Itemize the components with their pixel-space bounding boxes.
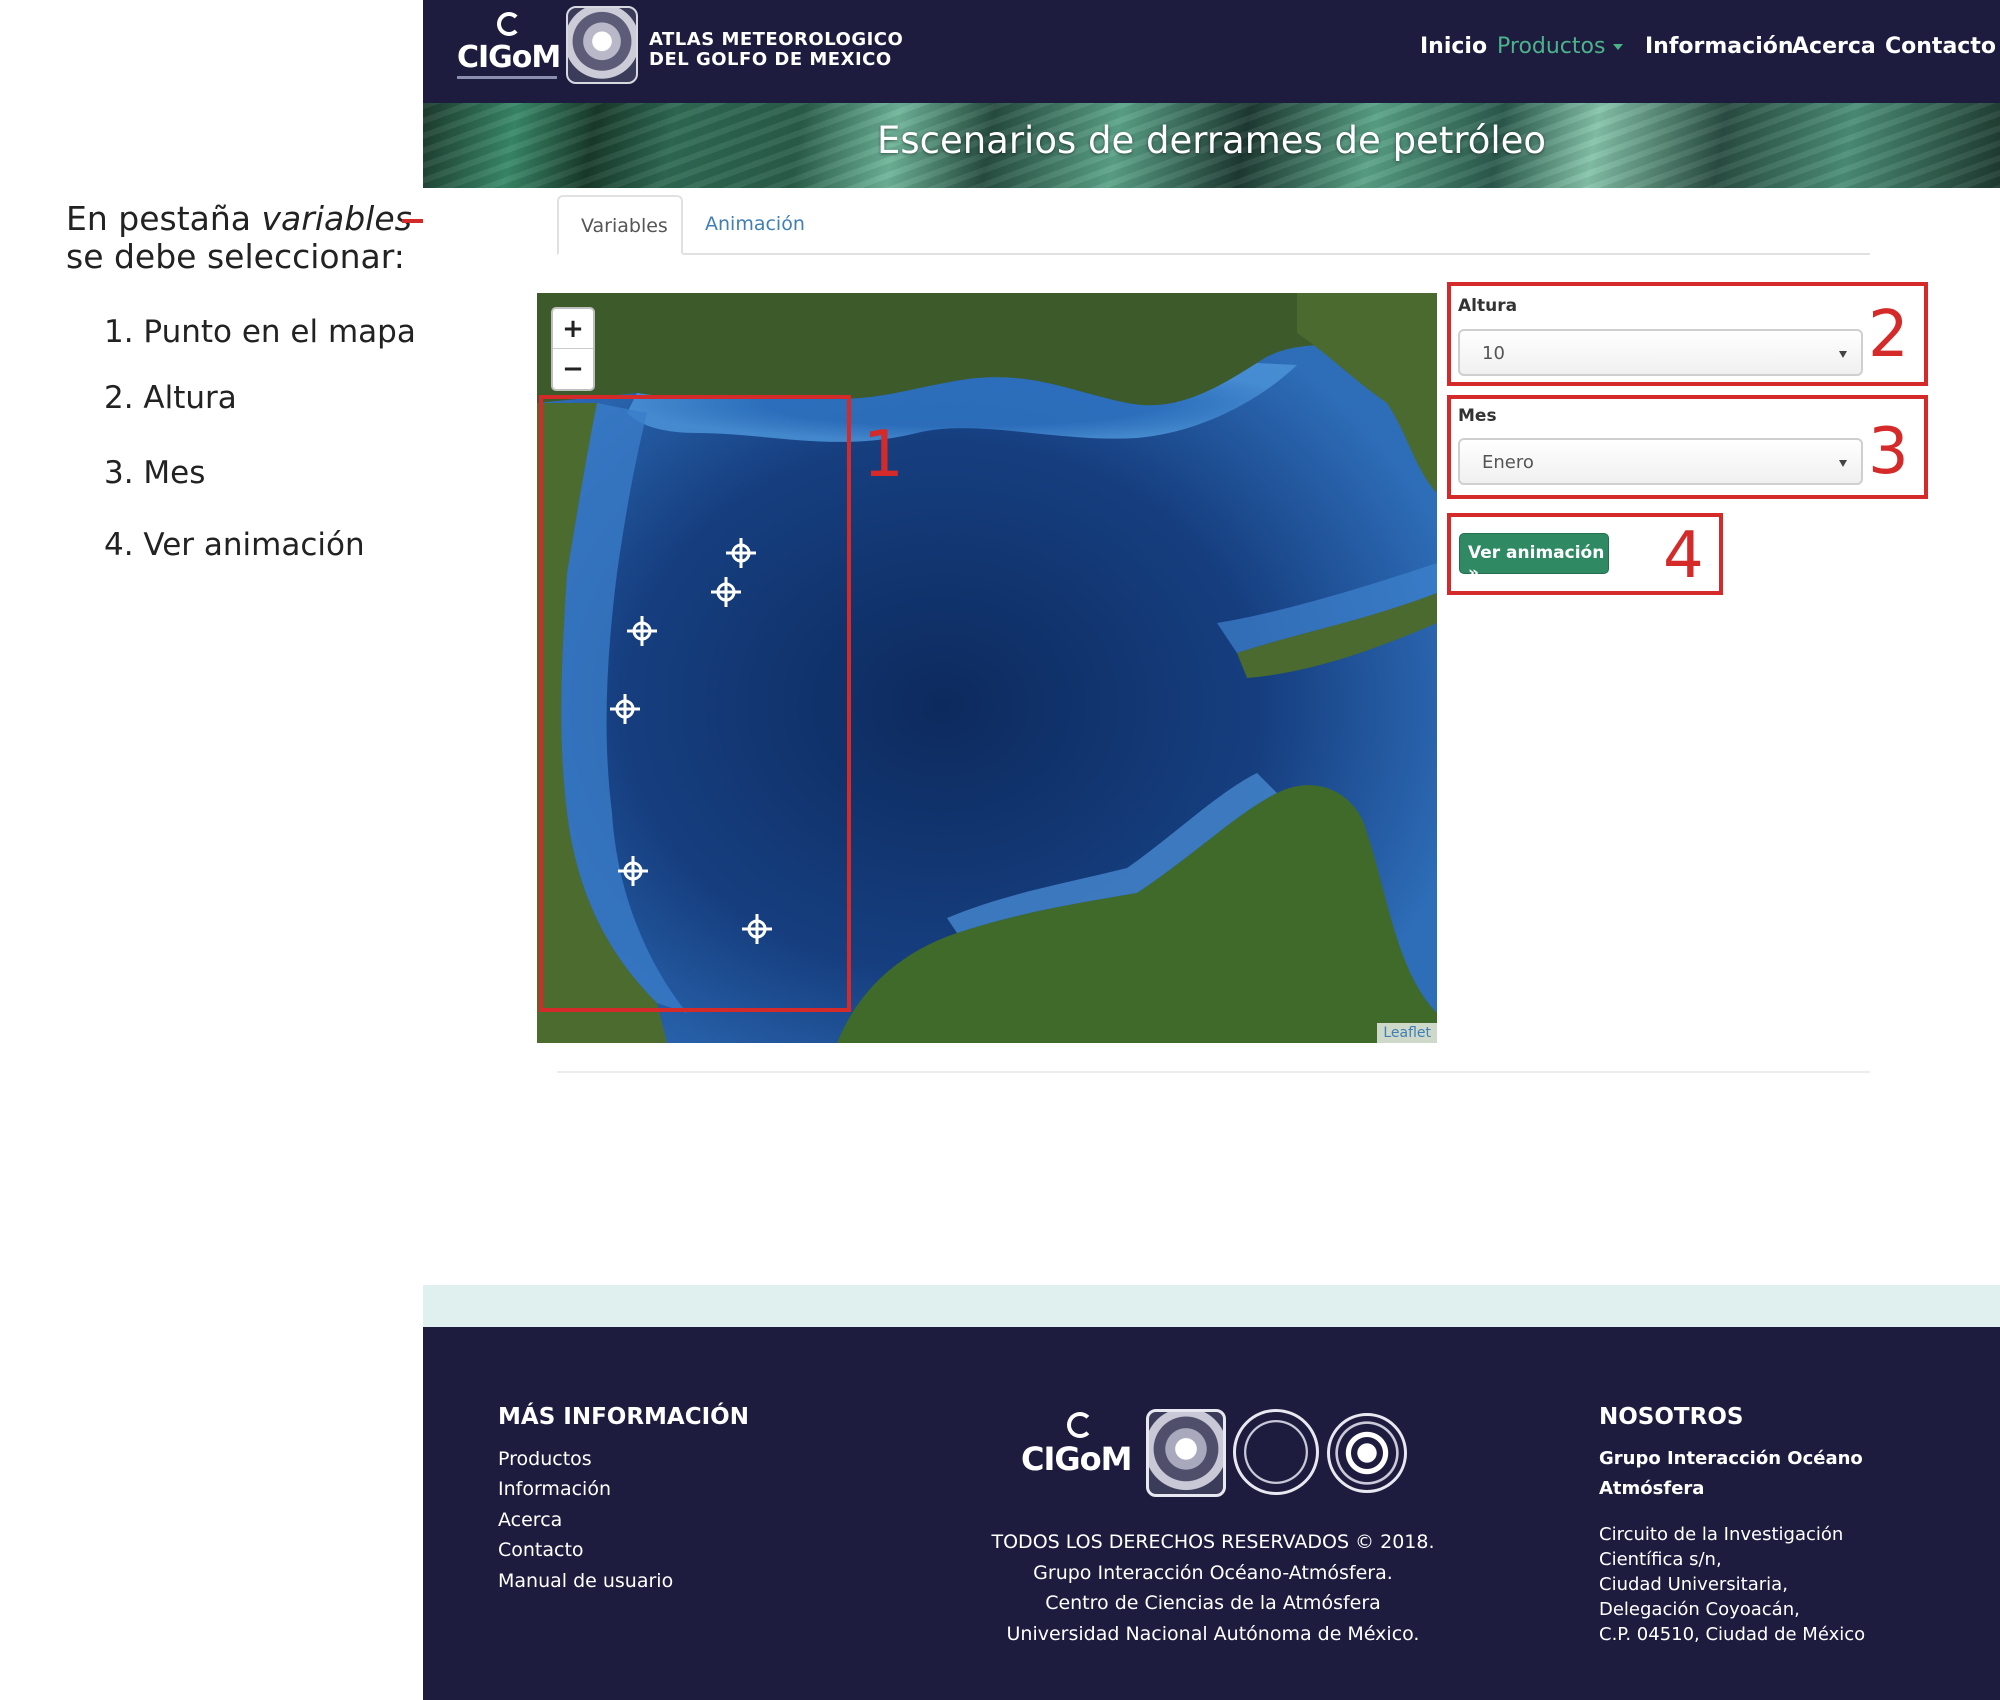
instruction-step: 2. Altura <box>104 380 237 416</box>
footer-link-acerca[interactable]: Acerca <box>498 1509 562 1531</box>
footer-cigom-logo-text: CIGoM <box>1021 1440 1132 1478</box>
footer-address-line: Científica s/n, <box>1599 1549 1722 1570</box>
footer-org-line: Centro de Ciencias de la Atmósfera <box>1045 1592 1381 1614</box>
navbar: CIGoM ATLAS METEOROLOGICO DEL GOLFO DE M… <box>423 0 2000 103</box>
nav-inicio[interactable]: Inicio <box>1420 34 1487 59</box>
instruction-step: 1. Punto en el mapa <box>104 314 416 350</box>
instruction-step: 4. Ver animación <box>104 527 365 563</box>
instruction-italic-word: variables <box>261 199 412 238</box>
page-banner: Escenarios de derrames de petróleo <box>423 103 2000 188</box>
cigom-logo-text: CIGoM <box>457 40 561 75</box>
site-title[interactable]: ATLAS METEOROLOGICO DEL GOLFO DE MEXICO <box>649 30 903 70</box>
footer-link-informacion[interactable]: Información <box>498 1478 611 1500</box>
footer-org-line: Grupo Interacción Océano-Atmósfera. <box>1033 1562 1393 1584</box>
tab-bar: Variables Animación <box>557 195 1870 255</box>
zoom-control: + − <box>551 307 595 391</box>
unam-seal-icon <box>566 6 638 84</box>
unam-seal-icon <box>1146 1409 1226 1497</box>
footer-address-line: Circuito de la Investigación <box>1599 1524 1844 1545</box>
cca-seal-icon <box>1233 1409 1319 1495</box>
highlight-number: 3 <box>1868 415 1909 489</box>
nav-informacion[interactable]: Información <box>1645 34 1794 59</box>
zoom-in-button[interactable]: + <box>553 309 593 349</box>
instruction-step: 3. Mes <box>104 455 206 491</box>
highlight-box-map <box>539 395 851 1012</box>
footer-cigom-logo: CIGoM <box>1021 1412 1136 1482</box>
footer-address-line: Delegación Coyoacán, <box>1599 1599 1800 1620</box>
highlight-box-mes <box>1447 395 1928 499</box>
footer-heading-nosotros: NOSOTROS <box>1599 1404 1744 1430</box>
footer-link-productos[interactable]: Productos <box>498 1448 592 1470</box>
footer-link-contacto[interactable]: Contacto <box>498 1539 584 1561</box>
cigom-logo[interactable]: CIGoM <box>457 12 561 82</box>
cigom-logo-icon <box>497 12 521 36</box>
instruction-intro: En pestaña variables se debe seleccionar… <box>66 199 412 276</box>
footer-link-manual[interactable]: Manual de usuario <box>498 1570 673 1592</box>
leaflet-attribution-link[interactable]: Leaflet <box>1377 1023 1437 1043</box>
footer-group-name: Grupo Interacción Océano <box>1599 1448 1863 1469</box>
nav-acerca[interactable]: Acerca <box>1792 34 1876 59</box>
footer-strip <box>423 1285 2000 1327</box>
ioa-seal-icon <box>1327 1413 1407 1493</box>
footer-address-line: C.P. 04510, Ciudad de México <box>1599 1624 1866 1645</box>
tab-variables[interactable]: Variables <box>557 195 683 255</box>
nav-productos[interactable]: Productos <box>1497 34 1624 59</box>
instruction-panel: En pestaña variables se debe seleccionar… <box>0 0 423 1700</box>
footer: MÁS INFORMACIÓN Productos Información Ac… <box>423 1327 2000 1700</box>
highlight-number: 2 <box>1868 298 1909 372</box>
caret-down-icon <box>1613 44 1624 50</box>
footer-copyright: TODOS LOS DERECHOS RESERVADOS © 2018. <box>991 1531 1435 1553</box>
zoom-out-button[interactable]: − <box>553 349 593 389</box>
footer-heading-mas-informacion: MÁS INFORMACIÓN <box>498 1404 749 1430</box>
footer-org-line: Universidad Nacional Autónoma de México. <box>1006 1623 1420 1645</box>
web-page: CIGoM ATLAS METEOROLOGICO DEL GOLFO DE M… <box>423 0 2000 1700</box>
content-divider <box>557 1071 1870 1073</box>
cigom-logo-icon <box>1067 1412 1093 1438</box>
highlight-box-altura <box>1447 282 1928 386</box>
highlight-number: 4 <box>1663 519 1704 593</box>
page-title: Escenarios de derrames de petróleo <box>876 119 1547 162</box>
footer-address-line: Ciudad Universitaria, <box>1599 1574 1788 1595</box>
nav-contacto[interactable]: Contacto <box>1885 34 1996 59</box>
nav-productos-label: Productos <box>1497 34 1606 59</box>
highlight-number: 1 <box>863 418 904 492</box>
tab-animacion[interactable]: Animación <box>683 195 827 255</box>
cigom-logo-tagline <box>457 76 557 79</box>
footer-group-name: Atmósfera <box>1599 1478 1705 1499</box>
instruction-intro-line2: se debe seleccionar: <box>66 237 405 276</box>
